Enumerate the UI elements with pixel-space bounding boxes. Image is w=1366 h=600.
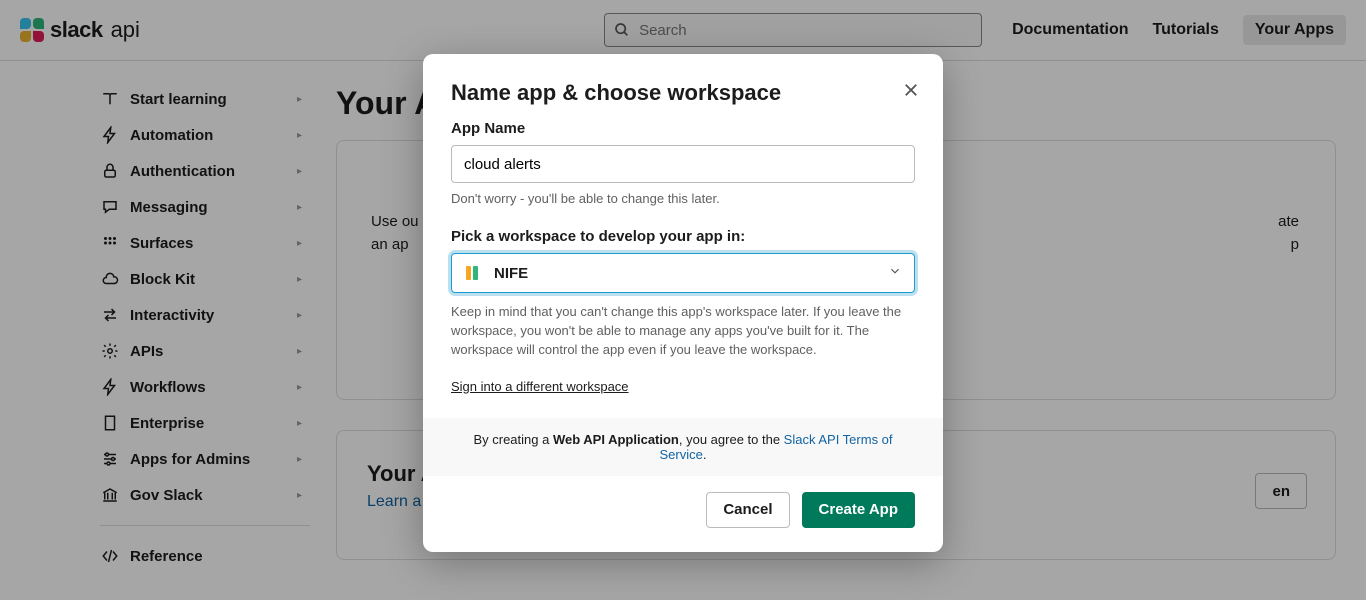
- tos-text: .: [703, 447, 707, 462]
- tos-bold: Web API Application: [553, 432, 679, 447]
- close-button[interactable]: [897, 76, 925, 104]
- create-app-button[interactable]: Create App: [802, 492, 915, 528]
- workspace-label: Pick a workspace to develop your app in:: [451, 228, 915, 245]
- app-name-input[interactable]: [451, 145, 915, 183]
- tos-text: By creating a: [473, 432, 553, 447]
- close-icon: [902, 81, 920, 99]
- tos-bar: By creating a Web API Application, you a…: [423, 418, 943, 476]
- chevron-down-icon: [888, 264, 902, 283]
- app-name-label: App Name: [451, 120, 915, 137]
- create-app-modal: Name app & choose workspace App Name Don…: [423, 54, 943, 552]
- workspace-select[interactable]: NIFE: [451, 253, 915, 293]
- app-name-help: Don't worry - you'll be able to change t…: [451, 191, 915, 206]
- workspace-note: Keep in mind that you can't change this …: [451, 303, 915, 360]
- tos-text: , you agree to the: [679, 432, 784, 447]
- workspace-selected: NIFE: [494, 265, 528, 282]
- workspace-icon: [464, 263, 484, 283]
- cancel-button[interactable]: Cancel: [706, 492, 789, 528]
- modal-title: Name app & choose workspace: [451, 80, 915, 106]
- signin-different-workspace-link[interactable]: Sign into a different workspace: [451, 379, 629, 394]
- modal-footer: Cancel Create App: [423, 476, 943, 552]
